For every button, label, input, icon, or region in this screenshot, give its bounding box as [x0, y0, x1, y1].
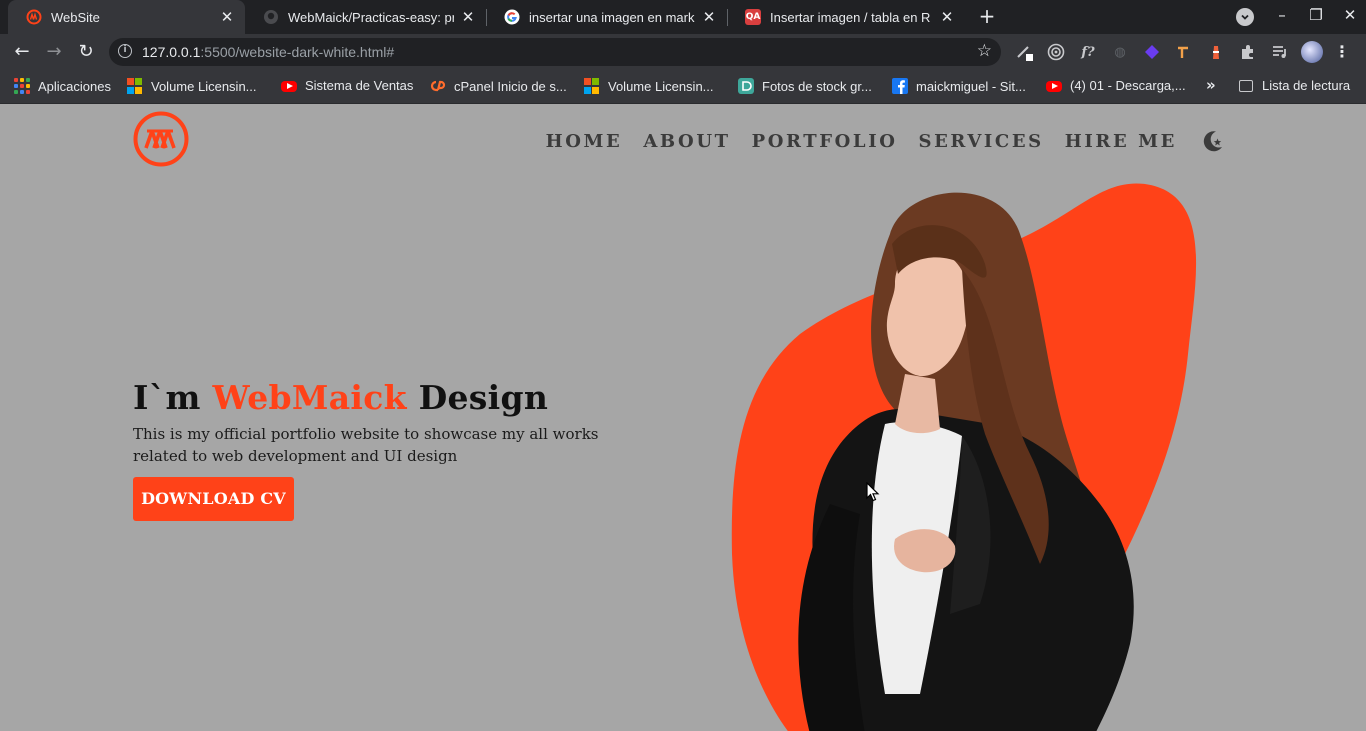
target-extension-icon[interactable]	[1046, 42, 1066, 62]
bookmark-volume-licensing-2[interactable]: Volume Licensin...	[584, 78, 714, 94]
bookmark-cpanel[interactable]: cPanel Inicio de s...	[430, 78, 567, 94]
nav-about[interactable]: ABOUT	[643, 131, 730, 152]
hero-description: This is my official portfolio website to…	[133, 425, 599, 465]
mouse-cursor-icon	[866, 481, 880, 506]
dark-mode-moon-icon[interactable]	[1199, 128, 1225, 154]
bookmark-stock-photos[interactable]: Fotos de stock gr...	[738, 78, 872, 94]
reading-list-button[interactable]: Lista de lectura	[1239, 78, 1350, 93]
tab-search-icon[interactable]	[1236, 8, 1254, 26]
media-playlist-icon[interactable]	[1270, 42, 1290, 62]
bookmarks-bar: Aplicaciones Volume Licensin... Sistema …	[0, 70, 1366, 104]
minimize-icon[interactable]: –	[1274, 6, 1290, 24]
nav-home[interactable]: HOME	[546, 131, 623, 152]
browser-toolbar: ← → ↻ i 127.0.0.1:5500/website-dark-whit…	[0, 34, 1366, 70]
webmaick-favicon-icon	[26, 9, 42, 25]
tab-rstudio-qa[interactable]: QA Insertar imagen / tabla en R N ✕	[727, 0, 965, 34]
bookmark-facebook[interactable]: maickmiguel - Sit...	[892, 78, 1026, 94]
pen-extension-icon[interactable]	[1014, 42, 1034, 62]
site-info-icon[interactable]: i	[118, 44, 132, 58]
nav-portfolio[interactable]: PORTFOLIO	[752, 131, 898, 152]
youtube-icon	[1046, 81, 1062, 92]
hero-brand-name: WebMaick	[212, 378, 407, 417]
microsoft-icon	[584, 78, 600, 94]
tab-title: WebMaick/Practicas-easy: pra	[288, 9, 454, 25]
more-bookmarks-chevron-icon[interactable]: »	[1206, 76, 1216, 94]
profile-avatar[interactable]	[1301, 41, 1323, 63]
more-menu-icon[interactable]: ⋮	[1334, 42, 1350, 61]
close-tab-icon[interactable]: ✕	[219, 8, 235, 26]
apps-grid-icon	[14, 78, 30, 94]
close-tab-icon[interactable]: ✕	[701, 8, 717, 26]
tab-title: insertar una imagen en mark	[529, 9, 695, 25]
diamond-extension-icon[interactable]	[1142, 42, 1162, 62]
google-icon	[504, 9, 520, 25]
bookmark-star-icon[interactable]: ☆	[977, 41, 992, 61]
close-window-icon[interactable]: ✕	[1342, 6, 1358, 24]
microsoft-icon	[127, 78, 143, 94]
cpanel-icon	[430, 78, 446, 94]
bookmark-youtube-descarga[interactable]: (4) 01 - Descarga,...	[1046, 78, 1186, 93]
main-nav: HOME ABOUT PORTFOLIO SERVICES HIRE ME	[525, 128, 1225, 154]
reading-list-icon	[1239, 79, 1253, 92]
tab-google-search[interactable]: insertar una imagen en mark ✕	[486, 0, 727, 34]
new-tab-button[interactable]: +	[976, 6, 998, 28]
address-bar[interactable]: i 127.0.0.1:5500/website-dark-white.html…	[109, 38, 1001, 66]
browser-tab-strip: WebSite ✕ WebMaick/Practicas-easy: pra ✕…	[0, 0, 1366, 34]
nav-services[interactable]: SERVICES	[919, 131, 1044, 152]
facebook-icon	[892, 78, 908, 94]
download-cv-button[interactable]: DOWNLOAD CV	[133, 477, 294, 521]
site-logo[interactable]	[133, 111, 189, 167]
hero-portrait-illustration	[731, 183, 1197, 731]
close-tab-icon[interactable]: ✕	[460, 8, 476, 26]
bookmark-sistema-ventas[interactable]: Sistema de Ventas	[281, 78, 413, 93]
hammer-extension-icon[interactable]	[1174, 42, 1194, 62]
forward-arrow-icon[interactable]: →	[42, 40, 66, 64]
extensions-puzzle-icon[interactable]	[1238, 42, 1258, 62]
tab-title: WebSite	[51, 9, 100, 25]
tab-website[interactable]: WebSite ✕	[8, 0, 245, 34]
font-extension-icon[interactable]: f?	[1078, 42, 1098, 62]
youtube-icon	[281, 81, 297, 92]
qa-icon: QA	[745, 9, 761, 25]
close-tab-icon[interactable]: ✕	[939, 8, 955, 26]
window-controls: – ❐ ✕	[1274, 6, 1358, 24]
tab-github[interactable]: WebMaick/Practicas-easy: pra ✕	[245, 0, 486, 34]
wordpress-extension-icon[interactable]: ◍	[1110, 42, 1130, 62]
bookmark-volume-licensing[interactable]: Volume Licensin...	[127, 78, 257, 94]
hero-text: I`m WebMaick Design This is my official …	[133, 378, 653, 467]
page-viewport: HOME ABOUT PORTFOLIO SERVICES HIRE ME I`…	[0, 104, 1366, 731]
bookmark-apps[interactable]: Aplicaciones	[14, 78, 111, 94]
lighthouse-extension-icon[interactable]	[1206, 42, 1226, 62]
hero-title: I`m WebMaick Design	[133, 378, 549, 417]
url-text[interactable]: 127.0.0.1:5500/website-dark-white.html#	[142, 44, 394, 60]
nav-hire-me[interactable]: HIRE ME	[1065, 131, 1177, 152]
back-arrow-icon[interactable]: ←	[10, 40, 34, 64]
github-icon	[263, 9, 279, 25]
reload-icon[interactable]: ↻	[74, 40, 98, 64]
stock-photo-icon	[738, 78, 754, 94]
tab-title: Insertar imagen / tabla en R N	[770, 9, 933, 25]
restore-icon[interactable]: ❐	[1308, 6, 1324, 24]
